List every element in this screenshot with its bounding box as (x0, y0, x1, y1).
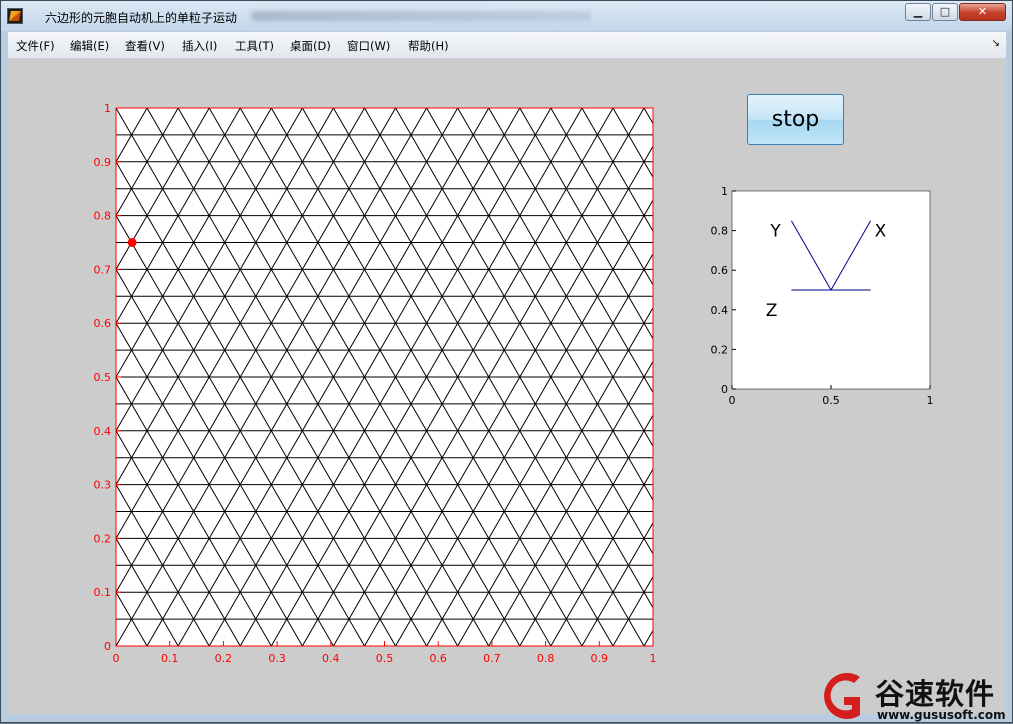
y-tick-label: 0.6 (94, 317, 112, 330)
lattice-diagonal-line (737, 108, 1013, 646)
gusu-logo-icon (824, 673, 860, 719)
y-tick-label: 0.4 (94, 425, 112, 438)
lattice-diagonal-line (986, 108, 1013, 646)
lattice-diagonal-line (643, 629, 653, 646)
lattice-diagonal-line (768, 108, 1013, 646)
lattice-diagonal-line (861, 108, 1013, 646)
y-tick-label: 0.7 (94, 263, 112, 276)
y-tick-label: 0.1 (94, 586, 112, 599)
watermark-url: www.gususoft.com (877, 708, 1006, 722)
lattice-diagonal-line (893, 108, 1013, 646)
lattice-diagonal-line (861, 108, 1013, 646)
lattice-diagonal-line (1, 108, 85, 646)
lattice-diagonal-line (643, 108, 653, 125)
x-tick-label: 0.2 (215, 652, 233, 665)
x-tick-label: 0.7 (483, 652, 501, 665)
x-tick-label: 0.9 (591, 652, 609, 665)
x-tick-label: 0.3 (268, 652, 286, 665)
lattice-diagonal-line (799, 108, 1013, 646)
lattice-diagonal-line (986, 108, 1013, 646)
lattice-diagonal-line (737, 108, 1013, 646)
lattice-diagonal-line (1, 108, 54, 646)
particle-marker (127, 238, 137, 247)
x-tick-label: 0.4 (322, 652, 340, 665)
lattice-diagonal-line (1, 108, 85, 646)
lattice-diagonal-line (675, 108, 986, 646)
lattice-diagonal-line (955, 108, 1013, 646)
x-tick-label: 0.6 (429, 652, 447, 665)
x-tick-label: 0.8 (537, 652, 555, 665)
y-tick-label: 1 (104, 102, 111, 115)
x-tick-label: 0.1 (161, 652, 179, 665)
lattice-diagonal-line (612, 575, 653, 646)
lattice-diagonal-line (768, 108, 1013, 646)
y-tick-label: 0.8 (94, 210, 112, 223)
lattice-diagonal-line (924, 108, 1013, 646)
lattice-diagonal-line (893, 108, 1013, 646)
x-tick-label: 0.5 (376, 652, 394, 665)
lattice-diagonal-line (830, 108, 1013, 646)
watermark-brand: 谷速软件 (875, 677, 996, 711)
y-tick-label: 0.5 (94, 371, 112, 384)
stop-button[interactable]: stop (747, 94, 844, 145)
lattice-diagonal-line (1, 108, 54, 646)
x-tick-label: 0 (113, 652, 120, 665)
lattice-diagonal-line (675, 108, 986, 646)
lattice-diagonal-line (1, 108, 23, 646)
lattice-diagonal-line (955, 108, 1013, 646)
lattice-diagonal-line (799, 108, 1013, 646)
main-lattice-axes: 0 0.1 0.2 0.3 0.4 0.5 0.6 0.7 0.8 0.9 1 0 0.1 0.2 0.3 0… (1, 102, 1013, 665)
lattice-diagonal-line (1, 108, 23, 646)
figure-window: 六边形的元胞自动机上的单粒子运动 ▁ □ ✕ 文件(F) 编辑(E) 查看(V)… (0, 0, 1013, 723)
lattice-diagonal-line (706, 108, 1013, 646)
lattice-diagonal-line (830, 108, 1013, 646)
y-tick-label: 0.2 (94, 532, 112, 545)
lattice-diagonal-line (924, 108, 1013, 646)
lattice-diagonal-line (612, 108, 653, 179)
y-tick-label: 0.3 (94, 479, 112, 492)
y-tick-label: 0 (104, 640, 111, 653)
y-tick-label: 0.9 (94, 156, 112, 169)
lattice-diagonal-line (706, 108, 1013, 646)
x-tick-label: 1 (650, 652, 657, 665)
